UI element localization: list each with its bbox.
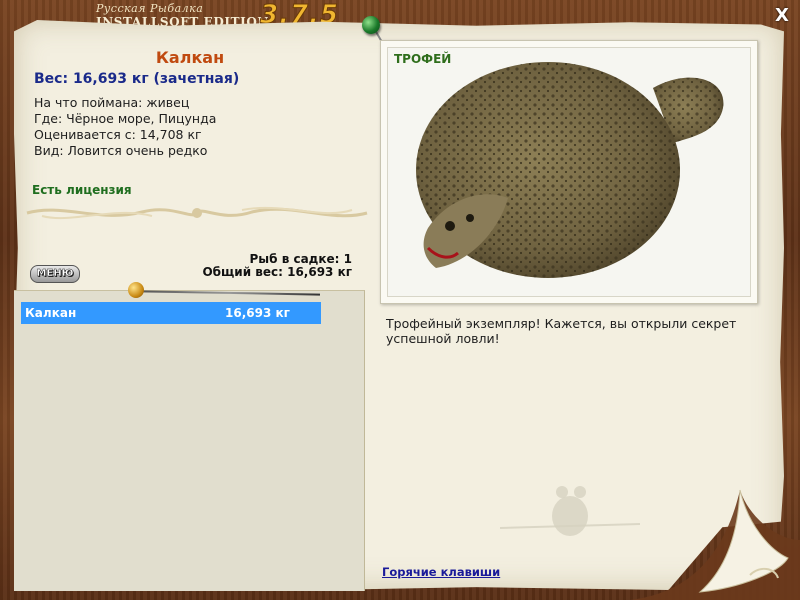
trophy-label: ТРОФЕЙ [394, 52, 452, 66]
cage-item-weight: 16,693 кг [225, 306, 290, 320]
trophy-photo: ТРОФЕЙ [387, 47, 751, 297]
cage-total-weight: Общий вес: 16,693 кг [202, 265, 352, 279]
green-pin-icon [362, 16, 380, 34]
hotkeys-link[interactable]: Горячие клавиши [382, 565, 500, 579]
trophy-photo-frame: ТРОФЕЙ [380, 40, 758, 304]
ornament-divider-icon [26, 206, 368, 220]
cage-fish-count: Рыб в садке: 1 [249, 252, 353, 266]
fish-rated-from: Оценивается с: 14,708 кг [34, 127, 202, 142]
license-status: Есть лицензия [32, 183, 132, 197]
bobber-icon [128, 282, 144, 298]
logo-subtitle: Русская Рыбалка [96, 2, 204, 15]
cage-list-panel [14, 290, 365, 591]
page-curl-icon [630, 489, 800, 600]
trophy-description: Трофейный экземпляр! Кажется, вы открыли… [386, 316, 737, 346]
turbot-fish-icon [416, 62, 724, 278]
menu-button[interactable]: МЕНЮ [30, 265, 80, 283]
fish-kind: Вид: Ловится очень редко [34, 143, 208, 158]
cage-item-name: Калкан [25, 306, 77, 320]
fish-location: Где: Чёрное море, Пицунда [34, 111, 217, 126]
fish-title: Калкан [155, 48, 225, 67]
fish-bait: На что поймана: живец [34, 95, 190, 110]
angler-silhouette-icon [500, 486, 640, 536]
cage-list-item[interactable]: Калкан 16,693 кг [21, 302, 321, 324]
close-button[interactable]: X [772, 6, 792, 26]
fish-weight: Вес: 16,693 кг (зачетная) [34, 71, 240, 87]
